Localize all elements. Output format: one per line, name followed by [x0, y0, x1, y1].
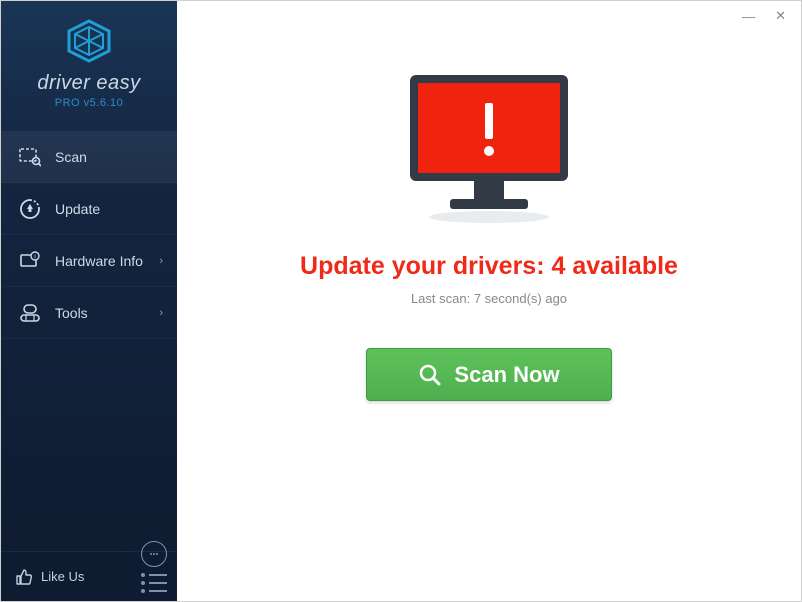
like-us-button[interactable]: Like Us [15, 568, 84, 586]
sidebar-item-update[interactable]: Update [1, 183, 177, 235]
svg-text:i: i [34, 254, 35, 260]
chevron-right-icon: › [159, 255, 163, 267]
update-icon [19, 198, 41, 220]
sidebar-item-hardware-info[interactable]: i Hardware Info › [1, 235, 177, 287]
scan-now-button[interactable]: Scan Now [366, 348, 612, 401]
sidebar: driver easy PRO v5.6.10 Scan Update i [1, 1, 177, 601]
app-window: — ✕ driver easy PRO v5.6.10 Scan [0, 0, 802, 602]
sidebar-item-label: Hardware Info [55, 253, 143, 269]
nav: Scan Update i Hardware Info › Tools [1, 131, 177, 339]
close-button[interactable]: ✕ [775, 8, 786, 24]
sidebar-footer: Like Us [1, 551, 177, 601]
titlebar: — ✕ [742, 1, 801, 31]
tools-icon [19, 302, 41, 324]
sidebar-item-label: Update [55, 201, 100, 217]
logo-area: driver easy PRO v5.6.10 [1, 1, 177, 119]
brand-version: PRO v5.6.10 [1, 97, 177, 109]
main-content: Update your drivers: 4 available Last sc… [177, 1, 801, 601]
sidebar-item-scan[interactable]: Scan [1, 131, 177, 183]
brand-name: driver easy [1, 72, 177, 95]
scan-now-label: Scan Now [454, 362, 559, 388]
last-scan-text: Last scan: 7 second(s) ago [411, 291, 567, 306]
thumbs-up-icon [15, 568, 33, 586]
hardware-info-icon: i [19, 250, 41, 272]
search-icon [418, 363, 442, 387]
like-us-label: Like Us [41, 569, 84, 584]
sidebar-item-label: Tools [55, 305, 88, 321]
status-headline: Update your drivers: 4 available [300, 252, 678, 281]
sidebar-item-label: Scan [55, 149, 87, 165]
brand-logo-icon [65, 19, 113, 63]
sidebar-item-tools[interactable]: Tools › [1, 287, 177, 339]
scan-icon [19, 146, 41, 168]
alert-monitor-icon [400, 69, 578, 230]
chevron-right-icon: › [159, 307, 163, 319]
minimize-button[interactable]: — [742, 9, 755, 24]
